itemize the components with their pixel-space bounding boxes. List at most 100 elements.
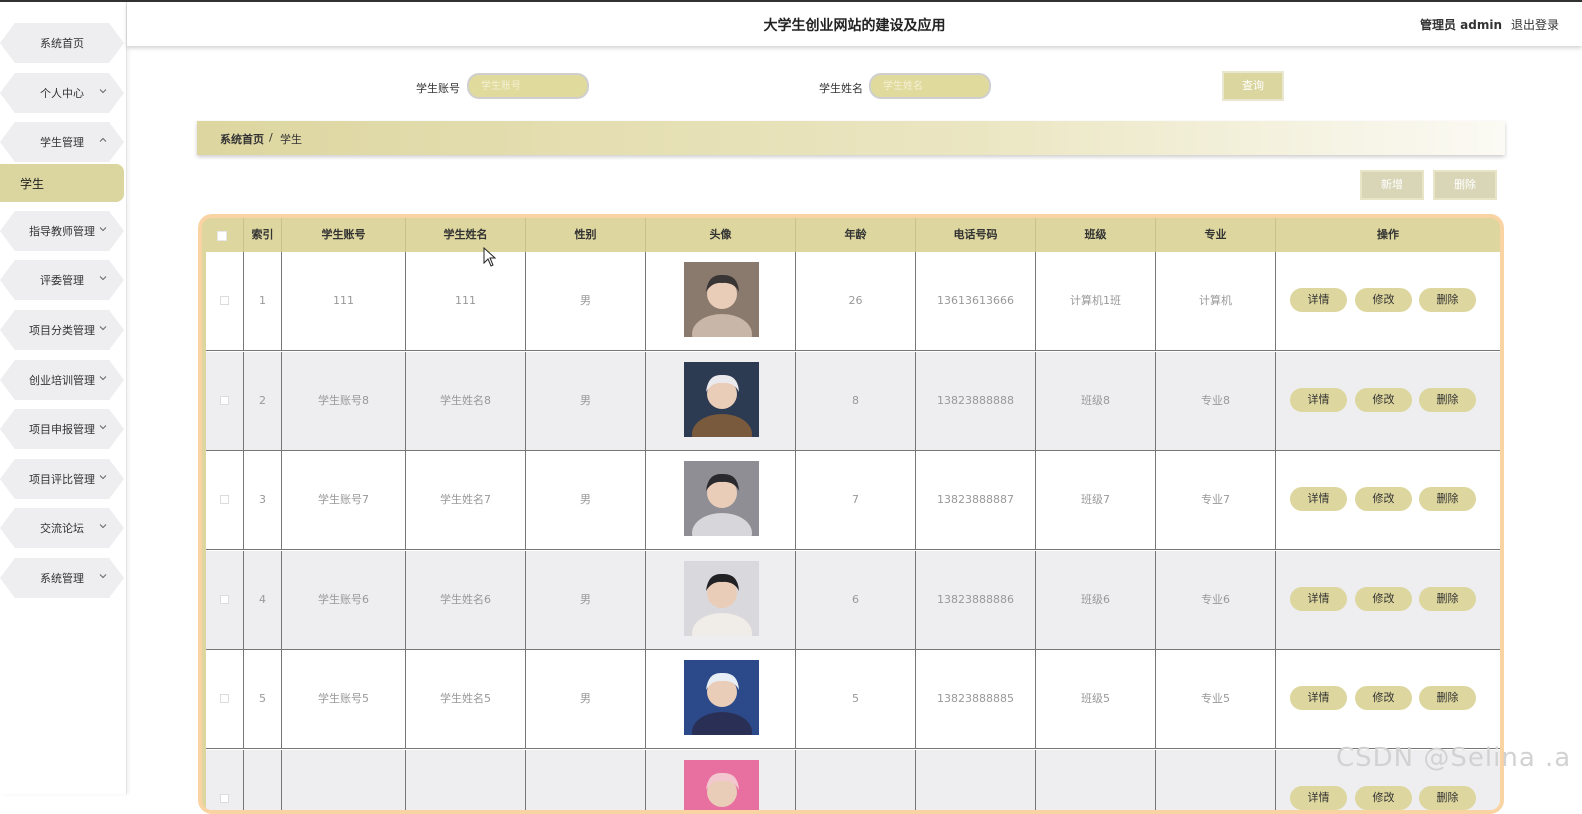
- row-checkbox[interactable]: [220, 595, 229, 604]
- cell-account: 111: [282, 252, 406, 350]
- column-header-index: 索引: [244, 218, 282, 252]
- cell-age: 8: [796, 352, 916, 450]
- row-checkbox-cell: [206, 252, 244, 350]
- avatar-image: [684, 660, 759, 735]
- chevron-down-icon: [98, 422, 108, 432]
- detail-button[interactable]: 详情: [1290, 786, 1347, 810]
- edit-button[interactable]: 修改: [1355, 786, 1412, 810]
- delete-button[interactable]: 删除: [1419, 288, 1476, 312]
- column-header-ops: 操作: [1276, 218, 1500, 252]
- breadcrumb-separator: /: [269, 131, 273, 144]
- column-header-account: 学生账号: [282, 218, 406, 252]
- chevron-down-icon: [98, 521, 108, 531]
- table-row: 详情修改删除: [206, 750, 1500, 814]
- column-header-gender: 性别: [526, 218, 646, 252]
- cell-name: 111: [406, 252, 526, 350]
- cell-phone: 13613613666: [916, 252, 1036, 350]
- row-checkbox[interactable]: [220, 495, 229, 504]
- csdn-watermark: CSDN @Selina .a: [1336, 743, 1571, 773]
- edit-button[interactable]: 修改: [1355, 487, 1412, 511]
- row-checkbox-cell: [206, 750, 244, 814]
- table-row: 1111111男2613613613666计算机1班计算机详情修改删除: [206, 252, 1500, 351]
- edit-button[interactable]: 修改: [1355, 388, 1412, 412]
- delete-button[interactable]: 删除: [1419, 388, 1476, 412]
- row-checkbox[interactable]: [220, 396, 229, 405]
- table-row: 4学生账号6学生姓名6男613823888886班级6专业6详情修改删除: [206, 551, 1500, 650]
- select-all-checkbox[interactable]: [217, 231, 227, 241]
- add-button[interactable]: 新增: [1360, 170, 1424, 200]
- breadcrumb-home[interactable]: 系统首页: [220, 131, 264, 147]
- column-header-name: 学生姓名: [406, 218, 526, 252]
- mouse-cursor-icon: [483, 247, 497, 267]
- batch-delete-button[interactable]: 删除: [1433, 170, 1497, 200]
- edit-button[interactable]: 修改: [1355, 587, 1412, 611]
- cell-actions: 详情修改删除: [1276, 551, 1500, 649]
- cell-gender: 男: [526, 650, 646, 748]
- cell-avatar: [646, 252, 796, 350]
- sidebar-item-4[interactable]: 评委管理: [0, 260, 124, 300]
- sidebar-item-label: 系统首页: [0, 35, 124, 51]
- detail-button[interactable]: 详情: [1290, 487, 1347, 511]
- edit-button[interactable]: 修改: [1355, 686, 1412, 710]
- cell-class: 班级6: [1036, 551, 1156, 649]
- detail-button[interactable]: 详情: [1290, 388, 1347, 412]
- chevron-down-icon: [98, 86, 108, 96]
- account-search-input[interactable]: [467, 73, 589, 99]
- cell-class: 班级7: [1036, 451, 1156, 549]
- cell-gender: 男: [526, 352, 646, 450]
- admin-user-label: 管理员 admin: [1420, 16, 1502, 33]
- cell-age: [796, 750, 916, 814]
- sidebar-subitem-student[interactable]: 学生: [0, 164, 124, 202]
- sidebar-item-1[interactable]: 个人中心: [0, 73, 124, 113]
- cell-actions: 详情修改删除: [1276, 352, 1500, 450]
- sidebar-item-2[interactable]: 学生管理: [0, 122, 124, 162]
- cell-major: 专业8: [1156, 352, 1276, 450]
- sidebar-item-3[interactable]: 指导教师管理: [0, 211, 124, 251]
- cell-phone: 13823888886: [916, 551, 1036, 649]
- detail-button[interactable]: 详情: [1290, 587, 1347, 611]
- query-button[interactable]: 查询: [1222, 71, 1284, 101]
- sidebar-item-9[interactable]: 交流论坛: [0, 508, 124, 548]
- row-checkbox[interactable]: [220, 296, 229, 305]
- cell-major: 计算机: [1156, 252, 1276, 350]
- cell-index: 1: [244, 252, 282, 350]
- cell-phone: 13823888888: [916, 352, 1036, 450]
- detail-button[interactable]: 详情: [1290, 686, 1347, 710]
- avatar-image: [684, 760, 759, 814]
- detail-button[interactable]: 详情: [1290, 288, 1347, 312]
- table-row: 3学生账号7学生姓名7男713823888887班级7专业7详情修改删除: [206, 451, 1500, 550]
- cell-name: [406, 750, 526, 814]
- cell-index: 3: [244, 451, 282, 549]
- avatar-image: [684, 561, 759, 636]
- delete-button[interactable]: 删除: [1419, 487, 1476, 511]
- row-checkbox-cell: [206, 551, 244, 649]
- sidebar-subitem-label: 学生: [20, 175, 44, 192]
- column-header-phone: 电话号码: [916, 218, 1036, 252]
- cell-name: 学生姓名6: [406, 551, 526, 649]
- sidebar-item-10[interactable]: 系统管理: [0, 558, 124, 598]
- cell-major: 专业5: [1156, 650, 1276, 748]
- sidebar-item-8[interactable]: 项目评比管理: [0, 459, 124, 499]
- sidebar-item-6[interactable]: 创业培训管理: [0, 360, 124, 400]
- edit-button[interactable]: 修改: [1355, 288, 1412, 312]
- cell-index: 5: [244, 650, 282, 748]
- cell-age: 5: [796, 650, 916, 748]
- cell-class: [1036, 750, 1156, 814]
- logout-link[interactable]: 退出登录: [1511, 16, 1559, 33]
- column-header-avatar: 头像: [646, 218, 796, 252]
- name-search-input[interactable]: [869, 73, 991, 99]
- delete-button[interactable]: 删除: [1419, 686, 1476, 710]
- cell-phone: 13823888887: [916, 451, 1036, 549]
- row-checkbox[interactable]: [220, 794, 229, 803]
- name-search-label: 学生姓名: [819, 80, 863, 96]
- delete-button[interactable]: 删除: [1419, 587, 1476, 611]
- table-body: 1111111男2613613613666计算机1班计算机详情修改删除2学生账号…: [206, 252, 1500, 812]
- sidebar-item-7[interactable]: 项目申报管理: [0, 409, 124, 449]
- sidebar-item-0[interactable]: 系统首页: [0, 23, 124, 63]
- row-checkbox[interactable]: [220, 694, 229, 703]
- chevron-down-icon: [98, 323, 108, 333]
- cell-gender: 男: [526, 551, 646, 649]
- cell-major: 专业7: [1156, 451, 1276, 549]
- delete-button[interactable]: 删除: [1419, 786, 1476, 810]
- sidebar-item-5[interactable]: 项目分类管理: [0, 310, 124, 350]
